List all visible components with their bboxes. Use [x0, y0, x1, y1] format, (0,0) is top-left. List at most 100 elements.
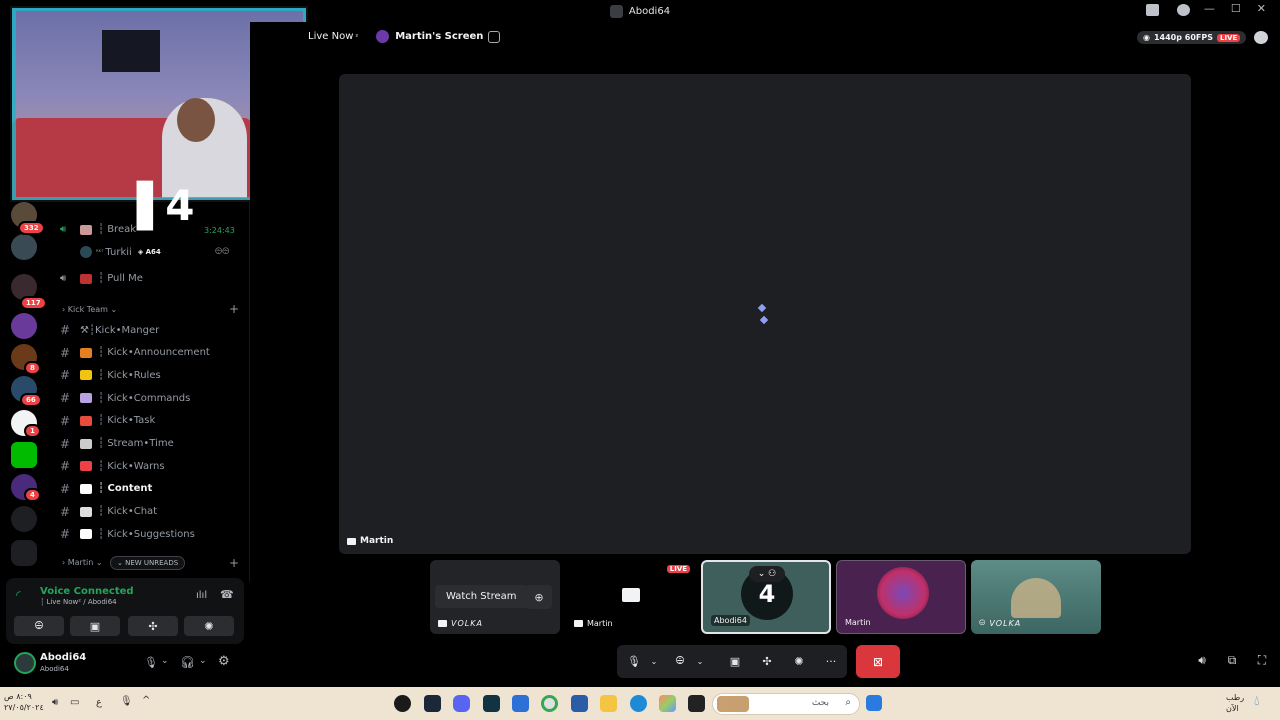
inbox-icon[interactable] — [1146, 4, 1159, 16]
voice-member-turkii[interactable]: ᴿᴷᵀ Turkii ◈ A64 — [80, 246, 161, 258]
taskbar-search[interactable]: بحث ⌕ — [712, 693, 860, 715]
xbox-icon[interactable] — [483, 695, 500, 712]
taskbar-clock[interactable]: ٨:٠٩ ص ٢٧/٠٥/٢٠٢٤ — [4, 691, 44, 713]
text-channel[interactable]: # ┆ Kick•Announcement — [60, 346, 210, 360]
category-kick-team[interactable]: › Kick Team ⌄ — [62, 305, 117, 314]
username[interactable]: Abodi64 — [40, 652, 86, 663]
server-icon[interactable] — [11, 313, 37, 339]
microphone-icon[interactable]: 🎙︎ — [144, 656, 158, 669]
close-button[interactable]: ✕ — [1257, 2, 1266, 15]
screen-share-button[interactable]: ▣ — [70, 616, 120, 636]
chevron-down-icon[interactable]: ⌄ — [643, 650, 665, 672]
minimize-button[interactable]: — — [1204, 2, 1215, 15]
voice-status[interactable]: Voice Connected — [40, 586, 134, 597]
avatar[interactable] — [14, 652, 36, 674]
discord-icon[interactable] — [453, 695, 470, 712]
chevron-down-icon[interactable]: ⌄ — [161, 656, 169, 666]
hashtag-icon: # — [60, 436, 71, 451]
voice-channel-pull-me[interactable]: 🔊︎ ┆ Pull Me — [60, 273, 143, 284]
popout-icon[interactable]: ⊕ — [526, 585, 552, 609]
edge-icon[interactable] — [630, 695, 647, 712]
text-channel[interactable]: # ┆ Kick•Chat — [60, 505, 157, 519]
file-explorer-icon[interactable] — [600, 695, 617, 712]
server-icon[interactable] — [11, 234, 37, 260]
chrome-icon[interactable] — [541, 695, 558, 712]
steam-icon[interactable] — [424, 695, 441, 712]
activities-button[interactable]: ✣ — [128, 616, 178, 636]
channel-name: ┆ Pull Me — [98, 273, 143, 284]
microphone-icon[interactable]: 🎙︎ — [623, 650, 645, 672]
watch-stream-button[interactable]: Watch Stream — [435, 585, 528, 608]
channel-emoji-icon — [80, 347, 92, 358]
chat-icon[interactable] — [1254, 31, 1268, 44]
help-icon[interactable] — [1177, 4, 1190, 16]
category-martin[interactable]: › Martin ⌄ — [62, 558, 103, 567]
text-channel[interactable]: # ┆ Kick•Warns — [60, 459, 165, 473]
chevron-up-icon[interactable]: ^ — [142, 695, 150, 706]
popout-icon[interactable]: ⧉ — [1224, 652, 1240, 668]
store-icon[interactable] — [571, 695, 588, 712]
text-channel[interactable]: # ┆ Kick•Commands — [60, 391, 190, 405]
main-stream-video[interactable]: Martin — [339, 74, 1191, 554]
volume-icon[interactable]: 🔊︎ — [1194, 652, 1210, 668]
new-unreads-pill[interactable]: ⌄ NEW UNREADS — [110, 556, 186, 570]
call-header: Live Now ² Martin's Screen — [308, 30, 501, 43]
app-icon[interactable] — [512, 695, 529, 712]
activities-button[interactable]: ✣ — [756, 650, 778, 672]
noise-suppression-icon[interactable]: ılıl — [196, 590, 207, 601]
participant-tile-martin-stream[interactable]: LIVE Martin — [566, 560, 696, 634]
stream-quality: 1440p 60FPS — [1153, 33, 1213, 42]
copilot-icon[interactable] — [659, 695, 676, 712]
participant-tile-martin[interactable]: Martin — [836, 560, 966, 634]
leave-call-button[interactable]: ⊠ — [856, 645, 900, 678]
text-channel[interactable]: # ┆ Kick•Rules — [60, 368, 161, 382]
voice-channel-break[interactable]: 🔊︎ ┆ Break — [60, 224, 136, 235]
gear-icon[interactable]: ⚙ — [218, 654, 230, 669]
monitor-icon[interactable]: ▭ — [70, 697, 79, 708]
user-status: Abodi64 — [40, 665, 69, 673]
obs-icon[interactable] — [394, 695, 411, 712]
unread-badge: 8 — [24, 361, 41, 375]
participant-tile-volka-stream[interactable]: Watch Stream ⊕ VOLKA — [430, 560, 560, 634]
tile-options-icon[interactable]: ⌄ ⚇ — [749, 566, 785, 582]
camera-off-button[interactable]: ⨸ — [14, 616, 64, 636]
kick-server-icon[interactable] — [11, 442, 37, 468]
muted-icon: ⨸⨸ — [215, 247, 230, 257]
language-indicator[interactable]: ع — [96, 697, 102, 708]
speaker-icon[interactable]: 🔊︎ — [52, 697, 58, 708]
fullscreen-icon[interactable]: ⛶ — [1254, 652, 1270, 668]
voice-channel-name[interactable]: Live Now — [308, 31, 353, 42]
channel-emoji-icon — [80, 370, 92, 381]
screen-share-button[interactable]: ▣ — [724, 650, 746, 672]
weather-widget[interactable]: رطب الآن — [1226, 692, 1244, 714]
soundboard-button[interactable]: ✺ — [788, 650, 810, 672]
server-icon[interactable] — [11, 506, 37, 532]
microphone-icon[interactable]: 🎙︎ — [120, 696, 133, 707]
soundboard-button[interactable]: ✺ — [184, 616, 234, 636]
start-icon[interactable] — [866, 695, 882, 711]
text-channel[interactable]: # ┆ Kick•Task — [60, 414, 155, 428]
hashtag-icon: # — [60, 323, 71, 337]
app-icon[interactable] — [688, 695, 705, 712]
screen-icon — [347, 537, 356, 545]
participant-tile-volka[interactable]: ⨸ VOLKA — [971, 560, 1101, 634]
camera-off-button[interactable]: ⨸ — [669, 650, 691, 672]
chevron-down-icon[interactable]: ⌄ — [689, 650, 711, 672]
more-options-icon[interactable]: ··· — [820, 650, 842, 672]
text-channel[interactable]: # ⚒┆Kick•Manger — [60, 323, 159, 337]
hashtag-icon: # — [60, 504, 71, 519]
participant-tile-abodi64[interactable]: 4 ⌄ ⚇ Abodi64 — [701, 560, 831, 634]
live-badge: LIVE — [1216, 33, 1241, 42]
maximize-button[interactable]: ☐ — [1231, 2, 1241, 15]
chevron-down-icon[interactable]: ⌄ — [199, 656, 207, 666]
add-channel-button[interactable]: + — [229, 302, 239, 316]
disconnect-icon[interactable]: ☎︎ — [220, 588, 234, 601]
text-channel[interactable]: # ┆ Content — [60, 482, 152, 496]
weather-icon: 💧︎ — [1254, 693, 1260, 709]
add-channel-button[interactable]: + — [229, 556, 239, 570]
text-channel[interactable]: # ┆ Kick•Suggestions — [60, 527, 195, 541]
text-channel[interactable]: # ┆ Stream•Time — [60, 437, 174, 451]
category-label: Kick Team — [67, 305, 108, 314]
server-folder-icon[interactable] — [11, 540, 37, 566]
headphones-icon[interactable]: 🎧︎ — [180, 655, 195, 669]
